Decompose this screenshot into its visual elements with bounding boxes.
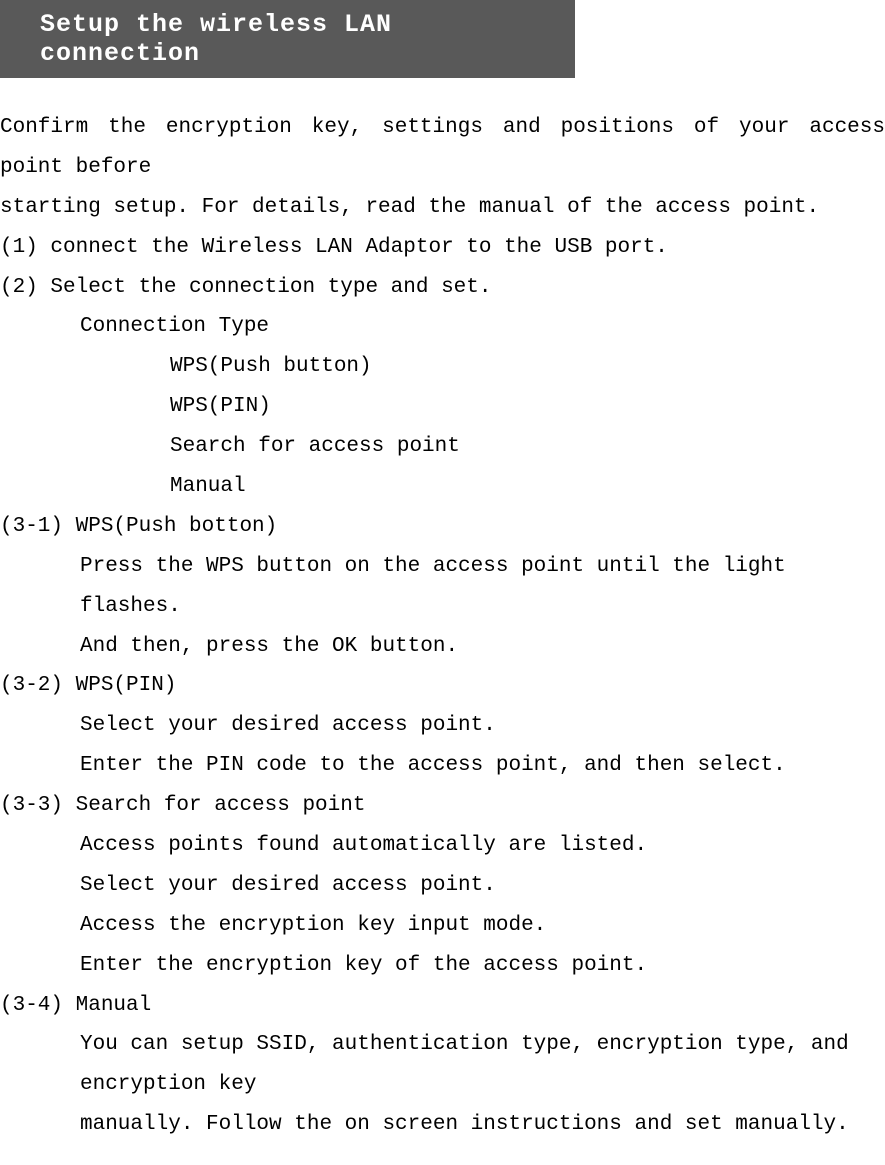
step-3-4-line-2: manually. Follow the on screen instructi… (0, 1105, 885, 1145)
step-3-3-line-2: Select your desired access point. (0, 866, 885, 906)
step-3-1-line-1: Press the WPS button on the access point… (0, 547, 885, 627)
step-2: (2) Select the connection type and set. (0, 268, 885, 308)
intro-line-1: Confirm the encryption key, settings and… (0, 108, 885, 188)
step-3-2-line-1: Select your desired access point. (0, 706, 885, 746)
step-3-4-label: (3-4) Manual (0, 986, 885, 1026)
step-3-4-line-1: You can setup SSID, authentication type,… (0, 1025, 885, 1105)
content-area: Confirm the encryption key, settings and… (0, 78, 885, 1145)
step-3-2-label: (3-2) WPS(PIN) (0, 666, 885, 706)
document-container: Setup the wireless LAN connection Confir… (0, 0, 885, 1165)
step-3-1-label: (3-1) WPS(Push botton) (0, 507, 885, 547)
connection-type-wps-push: WPS(Push button) (0, 347, 885, 387)
step-3-2-line-2: Enter the PIN code to the access point, … (0, 746, 885, 786)
step-3-1-line-2: And then, press the OK button. (0, 627, 885, 667)
step-1: (1) connect the Wireless LAN Adaptor to … (0, 228, 885, 268)
step-3-3-line-4: Enter the encryption key of the access p… (0, 946, 885, 986)
intro-line-2: starting setup. For details, read the ma… (0, 188, 885, 228)
connection-type-wps-pin: WPS(PIN) (0, 387, 885, 427)
step-3-3-label: (3-3) Search for access point (0, 786, 885, 826)
section-title: Setup the wireless LAN connection (0, 0, 575, 78)
connection-type-search: Search for access point (0, 427, 885, 467)
connection-type-manual: Manual (0, 467, 885, 507)
step-3-3-line-3: Access the encryption key input mode. (0, 906, 885, 946)
step-3-3-line-1: Access points found automatically are li… (0, 826, 885, 866)
connection-type-label: Connection Type (0, 307, 885, 347)
